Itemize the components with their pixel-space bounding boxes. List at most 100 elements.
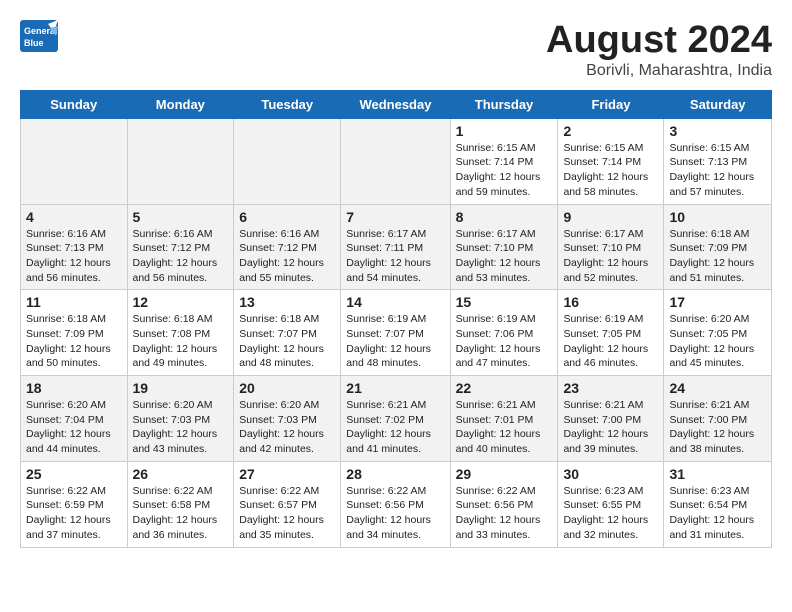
weekday-header: Saturday xyxy=(664,90,772,118)
day-info: Sunrise: 6:20 AM Sunset: 7:05 PM Dayligh… xyxy=(669,312,766,371)
day-info: Sunrise: 6:15 AM Sunset: 7:14 PM Dayligh… xyxy=(563,141,658,200)
calendar-cell: 2Sunrise: 6:15 AM Sunset: 7:14 PM Daylig… xyxy=(558,118,664,204)
day-number: 10 xyxy=(669,209,766,225)
day-info: Sunrise: 6:17 AM Sunset: 7:10 PM Dayligh… xyxy=(456,227,553,286)
day-number: 30 xyxy=(563,466,658,482)
calendar-cell: 10 Sunrise: 6:18 AM Sunset: 7:09 PM Dayli… xyxy=(664,204,772,290)
day-info: Sunrise: 6:19 AM Sunset: 7:06 PM Dayligh… xyxy=(456,312,553,371)
calendar-cell xyxy=(21,118,128,204)
day-number: 21 xyxy=(346,380,444,396)
calendar-cell: 12 Sunrise: 6:18 AM Sunset: 7:08 PM Dayli… xyxy=(127,290,234,376)
calendar-cell xyxy=(341,118,450,204)
weekday-header: Monday xyxy=(127,90,234,118)
day-info: Sunrise: 6:22 AM Sunset: 6:56 PM Dayligh… xyxy=(456,484,553,543)
day-info: Sunrise: 6:21 AM Sunset: 7:00 PM Dayligh… xyxy=(563,398,658,457)
day-info: Sunrise: 6:22 AM Sunset: 6:57 PM Dayligh… xyxy=(239,484,335,543)
calendar-cell: 31 Sunrise: 6:23 AM Sunset: 6:54 PM Dayli… xyxy=(664,461,772,547)
day-number: 5 xyxy=(133,209,229,225)
day-info: Sunrise: 6:16 AM Sunset: 7:12 PM Dayligh… xyxy=(239,227,335,286)
day-info: Sunrise: 6:16 AM Sunset: 7:12 PM Dayligh… xyxy=(133,227,229,286)
calendar-cell: 14 Sunrise: 6:19 AM Sunset: 7:07 PM Dayli… xyxy=(341,290,450,376)
day-number: 23 xyxy=(563,380,658,396)
day-info: Sunrise: 6:20 AM Sunset: 7:03 PM Dayligh… xyxy=(239,398,335,457)
calendar-week-row: 1 Sunrise: 6:15 AM Sunset: 7:14 PM Daylig… xyxy=(21,118,772,204)
calendar-cell: 4Sunrise: 6:16 AM Sunset: 7:13 PM Daylig… xyxy=(21,204,128,290)
day-number: 15 xyxy=(456,294,553,310)
day-number: 17 xyxy=(669,294,766,310)
day-info: Sunrise: 6:22 AM Sunset: 6:59 PM Dayligh… xyxy=(26,484,122,543)
title-block: August 2024 Borivli, Maharashtra, India xyxy=(546,20,772,80)
weekday-header: Tuesday xyxy=(234,90,341,118)
day-number: 29 xyxy=(456,466,553,482)
weekday-header: Sunday xyxy=(21,90,128,118)
calendar-week-row: 25 Sunrise: 6:22 AM Sunset: 6:59 PM Dayli… xyxy=(21,461,772,547)
day-number: 28 xyxy=(346,466,444,482)
day-number: 25 xyxy=(26,466,122,482)
day-number: 18 xyxy=(26,380,122,396)
calendar-cell: 24Sunrise: 6:21 AM Sunset: 7:00 PM Dayli… xyxy=(664,376,772,462)
calendar-cell: 11Sunrise: 6:18 AM Sunset: 7:09 PM Dayli… xyxy=(21,290,128,376)
calendar-cell: 17 Sunrise: 6:20 AM Sunset: 7:05 PM Dayli… xyxy=(664,290,772,376)
day-info: Sunrise: 6:20 AM Sunset: 7:04 PM Dayligh… xyxy=(26,398,122,457)
day-info: Sunrise: 6:21 AM Sunset: 7:01 PM Dayligh… xyxy=(456,398,553,457)
day-info: Sunrise: 6:18 AM Sunset: 7:07 PM Dayligh… xyxy=(239,312,335,371)
calendar-cell: 16Sunrise: 6:19 AM Sunset: 7:05 PM Dayli… xyxy=(558,290,664,376)
calendar-cell: 1 Sunrise: 6:15 AM Sunset: 7:14 PM Daylig… xyxy=(450,118,558,204)
weekday-header: Thursday xyxy=(450,90,558,118)
calendar-cell xyxy=(127,118,234,204)
calendar-cell: 3Sunrise: 6:15 AM Sunset: 7:13 PM Daylig… xyxy=(664,118,772,204)
calendar-cell: 18 Sunrise: 6:20 AM Sunset: 7:04 PM Dayli… xyxy=(21,376,128,462)
calendar-week-row: 18 Sunrise: 6:20 AM Sunset: 7:04 PM Dayli… xyxy=(21,376,772,462)
day-info: Sunrise: 6:15 AM Sunset: 7:14 PM Dayligh… xyxy=(456,141,553,200)
calendar-cell: 6 Sunrise: 6:16 AM Sunset: 7:12 PM Daylig… xyxy=(234,204,341,290)
calendar-cell: 23 Sunrise: 6:21 AM Sunset: 7:00 PM Dayli… xyxy=(558,376,664,462)
calendar-cell: 28 Sunrise: 6:22 AM Sunset: 6:56 PM Dayli… xyxy=(341,461,450,547)
day-info: Sunrise: 6:22 AM Sunset: 6:58 PM Dayligh… xyxy=(133,484,229,543)
day-number: 26 xyxy=(133,466,229,482)
calendar-cell: 9 Sunrise: 6:17 AM Sunset: 7:10 PM Daylig… xyxy=(558,204,664,290)
day-number: 27 xyxy=(239,466,335,482)
day-number: 20 xyxy=(239,380,335,396)
calendar-cell: 22 Sunrise: 6:21 AM Sunset: 7:01 PM Dayli… xyxy=(450,376,558,462)
day-info: Sunrise: 6:18 AM Sunset: 7:09 PM Dayligh… xyxy=(669,227,766,286)
day-info: Sunrise: 6:20 AM Sunset: 7:03 PM Dayligh… xyxy=(133,398,229,457)
day-info: Sunrise: 6:21 AM Sunset: 7:02 PM Dayligh… xyxy=(346,398,444,457)
day-number: 16 xyxy=(563,294,658,310)
day-info: Sunrise: 6:18 AM Sunset: 7:09 PM Dayligh… xyxy=(26,312,122,371)
day-number: 31 xyxy=(669,466,766,482)
location: Borivli, Maharashtra, India xyxy=(546,62,772,80)
calendar-cell: 25 Sunrise: 6:22 AM Sunset: 6:59 PM Dayli… xyxy=(21,461,128,547)
weekday-header-row: SundayMondayTuesdayWednesdayThursdayFrid… xyxy=(21,90,772,118)
page-header: General Blue August 2024 Borivli, Mahara… xyxy=(20,20,772,80)
day-number: 14 xyxy=(346,294,444,310)
day-info: Sunrise: 6:17 AM Sunset: 7:10 PM Dayligh… xyxy=(563,227,658,286)
svg-text:Blue: Blue xyxy=(24,38,44,48)
weekday-header: Friday xyxy=(558,90,664,118)
day-number: 8 xyxy=(456,209,553,225)
day-number: 1 xyxy=(456,123,553,139)
day-info: Sunrise: 6:22 AM Sunset: 6:56 PM Dayligh… xyxy=(346,484,444,543)
month-title: August 2024 xyxy=(546,20,772,62)
day-info: Sunrise: 6:19 AM Sunset: 7:07 PM Dayligh… xyxy=(346,312,444,371)
calendar-cell: 30Sunrise: 6:23 AM Sunset: 6:55 PM Dayli… xyxy=(558,461,664,547)
calendar-cell: 15 Sunrise: 6:19 AM Sunset: 7:06 PM Dayli… xyxy=(450,290,558,376)
day-number: 6 xyxy=(239,209,335,225)
weekday-header: Wednesday xyxy=(341,90,450,118)
day-number: 13 xyxy=(239,294,335,310)
day-info: Sunrise: 6:23 AM Sunset: 6:54 PM Dayligh… xyxy=(669,484,766,543)
calendar-cell: 19Sunrise: 6:20 AM Sunset: 7:03 PM Dayli… xyxy=(127,376,234,462)
calendar-cell: 5 Sunrise: 6:16 AM Sunset: 7:12 PM Daylig… xyxy=(127,204,234,290)
day-number: 22 xyxy=(456,380,553,396)
day-number: 7 xyxy=(346,209,444,225)
calendar-cell: 7Sunrise: 6:17 AM Sunset: 7:11 PM Daylig… xyxy=(341,204,450,290)
calendar-cell: 27 Sunrise: 6:22 AM Sunset: 6:57 PM Dayli… xyxy=(234,461,341,547)
day-info: Sunrise: 6:18 AM Sunset: 7:08 PM Dayligh… xyxy=(133,312,229,371)
day-number: 12 xyxy=(133,294,229,310)
day-info: Sunrise: 6:16 AM Sunset: 7:13 PM Dayligh… xyxy=(26,227,122,286)
calendar-cell: 26 Sunrise: 6:22 AM Sunset: 6:58 PM Dayli… xyxy=(127,461,234,547)
logo-icon: General Blue xyxy=(20,20,58,52)
day-info: Sunrise: 6:21 AM Sunset: 7:00 PM Dayligh… xyxy=(669,398,766,457)
day-number: 9 xyxy=(563,209,658,225)
calendar-week-row: 11Sunrise: 6:18 AM Sunset: 7:09 PM Dayli… xyxy=(21,290,772,376)
calendar-week-row: 4Sunrise: 6:16 AM Sunset: 7:13 PM Daylig… xyxy=(21,204,772,290)
